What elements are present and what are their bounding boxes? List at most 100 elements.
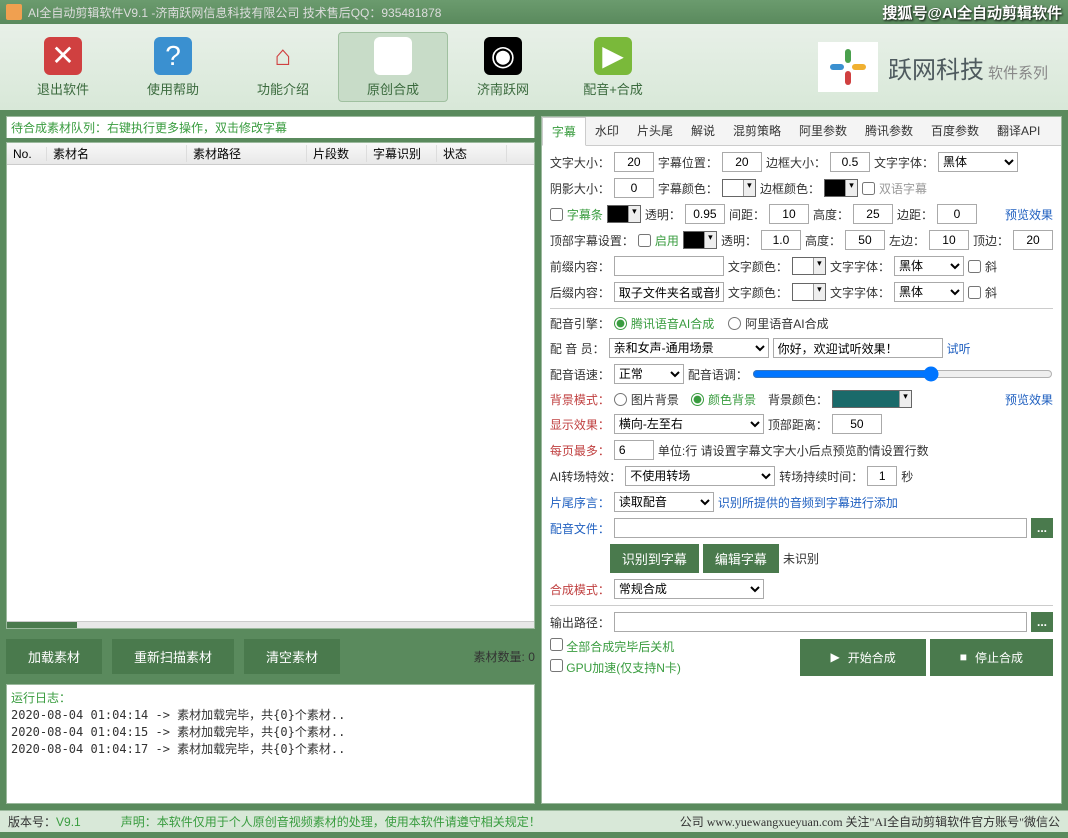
right-panel: 字幕水印片头尾解说混剪策略阿里参数腾讯参数百度参数翻译API 文字大小： 字幕位… xyxy=(541,116,1062,804)
toolbar-icon: ✕ xyxy=(44,37,82,75)
log-line: 2020-08-04 01:04:15 -> 素材加载完毕，共{0}个素材.. xyxy=(11,723,530,740)
h-scrollbar[interactable] xyxy=(7,621,534,629)
strip-color-picker[interactable]: ▾ xyxy=(607,205,641,223)
font-select[interactable]: 黑体 xyxy=(938,152,1018,172)
prefix-italic-check[interactable] xyxy=(968,260,981,273)
start-compose-button[interactable]: ▶开始合成 xyxy=(800,639,925,676)
brand-text: 搜狐号@AI全自动剪辑软件 xyxy=(882,2,1062,23)
gpu-check[interactable] xyxy=(550,659,563,672)
col-header[interactable]: 字幕识别 xyxy=(367,145,437,162)
browse-audio-button[interactable]: ... xyxy=(1031,518,1053,538)
audio-file-input[interactable] xyxy=(614,518,1027,538)
prefix-color-picker[interactable]: ▾ xyxy=(792,257,826,275)
bg-color-picker[interactable]: ▾ xyxy=(832,390,912,408)
preview-bg-link[interactable]: 预览效果 xyxy=(1005,391,1053,408)
border-color-picker[interactable]: ▾ xyxy=(824,179,858,197)
subtitle-panel: 文字大小： 字幕位置： 边框大小： 文字字体： 黑体 阴影大小： 字幕颜色： ▾… xyxy=(542,146,1061,803)
tab-7[interactable]: 百度参数 xyxy=(922,117,988,145)
tab-3[interactable]: 解说 xyxy=(682,117,724,145)
top-color-picker[interactable]: ▾ xyxy=(683,231,717,249)
window-title: AI全自动剪辑软件V9.1 -济南跃网信息科技有限公司 技术售后QQ：93548… xyxy=(28,4,882,21)
top-left-input[interactable] xyxy=(929,230,969,250)
height-input[interactable] xyxy=(853,204,893,224)
suffix-color-picker[interactable]: ▾ xyxy=(792,283,826,301)
material-table[interactable]: No.素材名素材路径片段数字幕识别状态 xyxy=(6,142,535,629)
output-path-input[interactable] xyxy=(614,612,1027,632)
suffix-italic-check[interactable] xyxy=(968,286,981,299)
opacity-input[interactable] xyxy=(685,204,725,224)
toolbar-5[interactable]: ✕退出软件 xyxy=(8,32,118,102)
stop-compose-button[interactable]: ■停止合成 xyxy=(930,639,1053,676)
col-header[interactable]: 素材名 xyxy=(47,145,187,162)
try-listen-link[interactable]: 试听 xyxy=(947,340,971,357)
top-top-input[interactable] xyxy=(1013,230,1053,250)
disclaimer: 声明：本软件仅用于个人原创音视频素材的处理，使用本软件请遵守相关规定！ xyxy=(121,813,541,830)
stop-icon: ■ xyxy=(960,650,967,664)
tab-2[interactable]: 片头尾 xyxy=(628,117,682,145)
topdist-input[interactable] xyxy=(832,414,882,434)
load-material-button[interactable]: 加载素材 xyxy=(6,639,102,674)
tab-5[interactable]: 阿里参数 xyxy=(790,117,856,145)
bg-color-radio[interactable] xyxy=(691,393,704,406)
bg-image-radio[interactable] xyxy=(614,393,627,406)
engine-tencent-radio[interactable] xyxy=(614,317,627,330)
recognize-button[interactable]: 识别到字幕 xyxy=(610,544,699,573)
rescan-button[interactable]: 重新扫描素材 xyxy=(112,639,234,674)
toolbar-3[interactable]: ⌂功能介绍 xyxy=(228,32,338,102)
col-header[interactable]: No. xyxy=(7,147,47,161)
subtitle-pos-input[interactable] xyxy=(722,152,762,172)
col-header[interactable]: 状态 xyxy=(437,145,507,162)
prefix-font-select[interactable]: 黑体 xyxy=(894,256,964,276)
toolbar-0[interactable]: ▶配音+合成 xyxy=(558,32,668,102)
top-enable-check[interactable] xyxy=(638,234,651,247)
suffix-font-select[interactable]: 黑体 xyxy=(894,282,964,302)
bilingual-check[interactable] xyxy=(862,182,875,195)
left-panel: 待合成素材队列：右键执行更多操作，双击修改字幕 No.素材名素材路径片段数字幕识… xyxy=(6,116,535,804)
edit-subtitle-button[interactable]: 编辑字幕 xyxy=(703,544,779,573)
toolbar-icon: ▶ xyxy=(594,37,632,75)
border-size-input[interactable] xyxy=(830,152,870,172)
tone-slider[interactable] xyxy=(752,366,1053,382)
statusbar: 版本号： V9.1 声明：本软件仅用于个人原创音视频素材的处理，使用本软件请遵守… xyxy=(0,810,1068,832)
tail-select[interactable]: 读取配音 xyxy=(614,492,714,512)
font-size-input[interactable] xyxy=(614,152,654,172)
tab-0[interactable]: 字幕 xyxy=(542,117,586,146)
suffix-input[interactable] xyxy=(614,282,724,302)
table-body xyxy=(7,165,534,621)
titlebar: AI全自动剪辑软件V9.1 -济南跃网信息科技有限公司 技术售后QQ：93548… xyxy=(0,0,1068,24)
col-header[interactable]: 素材路径 xyxy=(187,145,307,162)
voice-select[interactable]: 亲和女声-通用场景 xyxy=(609,338,769,358)
top-height-input[interactable] xyxy=(845,230,885,250)
toolbar-4[interactable]: ?使用帮助 xyxy=(118,32,228,102)
main-toolbar: ✕退出软件?使用帮助⌂功能介绍🖼原创合成◉济南跃网▶配音+合成 跃网科技软件系列 xyxy=(0,24,1068,110)
tab-6[interactable]: 腾讯参数 xyxy=(856,117,922,145)
col-header[interactable]: 片段数 xyxy=(307,145,367,162)
margin-input[interactable] xyxy=(937,204,977,224)
sample-text-input[interactable] xyxy=(773,338,943,358)
subtitle-color-picker[interactable]: ▾ xyxy=(722,179,756,197)
strip-check[interactable] xyxy=(550,208,563,221)
display-select[interactable]: 横向-左至右 xyxy=(614,414,764,434)
log-line: 2020-08-04 01:04:17 -> 素材加载完毕，共{0}个素材.. xyxy=(11,740,530,757)
shutdown-check[interactable] xyxy=(550,638,563,651)
engine-ali-radio[interactable] xyxy=(728,317,741,330)
transition-select[interactable]: 不使用转场 xyxy=(625,466,775,486)
clear-button[interactable]: 清空素材 xyxy=(244,639,340,674)
browse-output-button[interactable]: ... xyxy=(1031,612,1053,632)
prefix-input[interactable] xyxy=(614,256,724,276)
speed-select[interactable]: 正常 xyxy=(614,364,684,384)
perpage-input[interactable] xyxy=(614,440,654,460)
tab-4[interactable]: 混剪策略 xyxy=(724,117,790,145)
settings-tabs: 字幕水印片头尾解说混剪策略阿里参数腾讯参数百度参数翻译API xyxy=(542,117,1061,146)
compose-mode-select[interactable]: 常规合成 xyxy=(614,579,764,599)
shadow-input[interactable] xyxy=(614,178,654,198)
gap-input[interactable] xyxy=(769,204,809,224)
trans-dur-input[interactable] xyxy=(867,466,897,486)
toolbar-2[interactable]: 🖼原创合成 xyxy=(338,32,448,102)
app-icon xyxy=(6,4,22,20)
tab-8[interactable]: 翻译API xyxy=(988,117,1049,145)
top-opacity-input[interactable] xyxy=(761,230,801,250)
toolbar-1[interactable]: ◉济南跃网 xyxy=(448,32,558,102)
preview-link[interactable]: 预览效果 xyxy=(1005,206,1053,223)
tab-1[interactable]: 水印 xyxy=(586,117,628,145)
